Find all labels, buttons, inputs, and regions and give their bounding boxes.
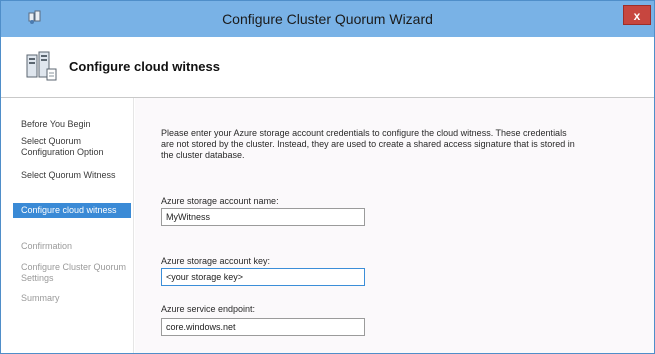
storage-account-name-label: Azure storage account name: xyxy=(161,196,279,206)
nav-item-configure-cluster-quorum-settings: Configure Cluster Quorum Settings xyxy=(21,262,127,283)
nav-item-summary: Summary xyxy=(21,293,60,303)
service-endpoint-label: Azure service endpoint: xyxy=(161,304,256,314)
storage-account-key-input[interactable] xyxy=(161,268,365,286)
nav-item-configure-cloud-witness[interactable]: Configure cloud witness xyxy=(13,203,131,218)
window-title: Configure Cluster Quorum Wizard xyxy=(222,11,433,27)
cluster-servers-icon xyxy=(23,49,59,83)
nav-item-before-you-begin[interactable]: Before You Begin xyxy=(13,119,131,130)
intro-text: Please enter your Azure storage account … xyxy=(161,128,575,160)
storage-account-key-label: Azure storage account key: xyxy=(161,256,271,266)
page-title: Configure cloud witness xyxy=(69,59,220,74)
wizard-header: Configure cloud witness xyxy=(1,37,654,98)
wizard-content: Please enter your Azure storage account … xyxy=(135,98,654,353)
nav-item-confirmation: Confirmation xyxy=(21,241,73,251)
service-endpoint-input[interactable] xyxy=(161,318,365,336)
wizard-steps-nav: Before You Begin Select Quorum Configura… xyxy=(13,107,131,353)
nav-item-select-quorum-witness[interactable]: Select Quorum Witness xyxy=(13,170,131,181)
sidebar-divider xyxy=(133,98,134,353)
close-icon: x xyxy=(633,9,641,23)
wizard-window: Configure Cluster Quorum Wizard x Config… xyxy=(0,0,655,354)
close-button[interactable]: x xyxy=(623,5,651,25)
storage-account-name-input[interactable] xyxy=(161,208,365,226)
nav-item-select-quorum-configuration-option[interactable]: Select Quorum Configuration Option xyxy=(13,136,131,158)
title-bar: Configure Cluster Quorum Wizard x xyxy=(1,1,654,37)
